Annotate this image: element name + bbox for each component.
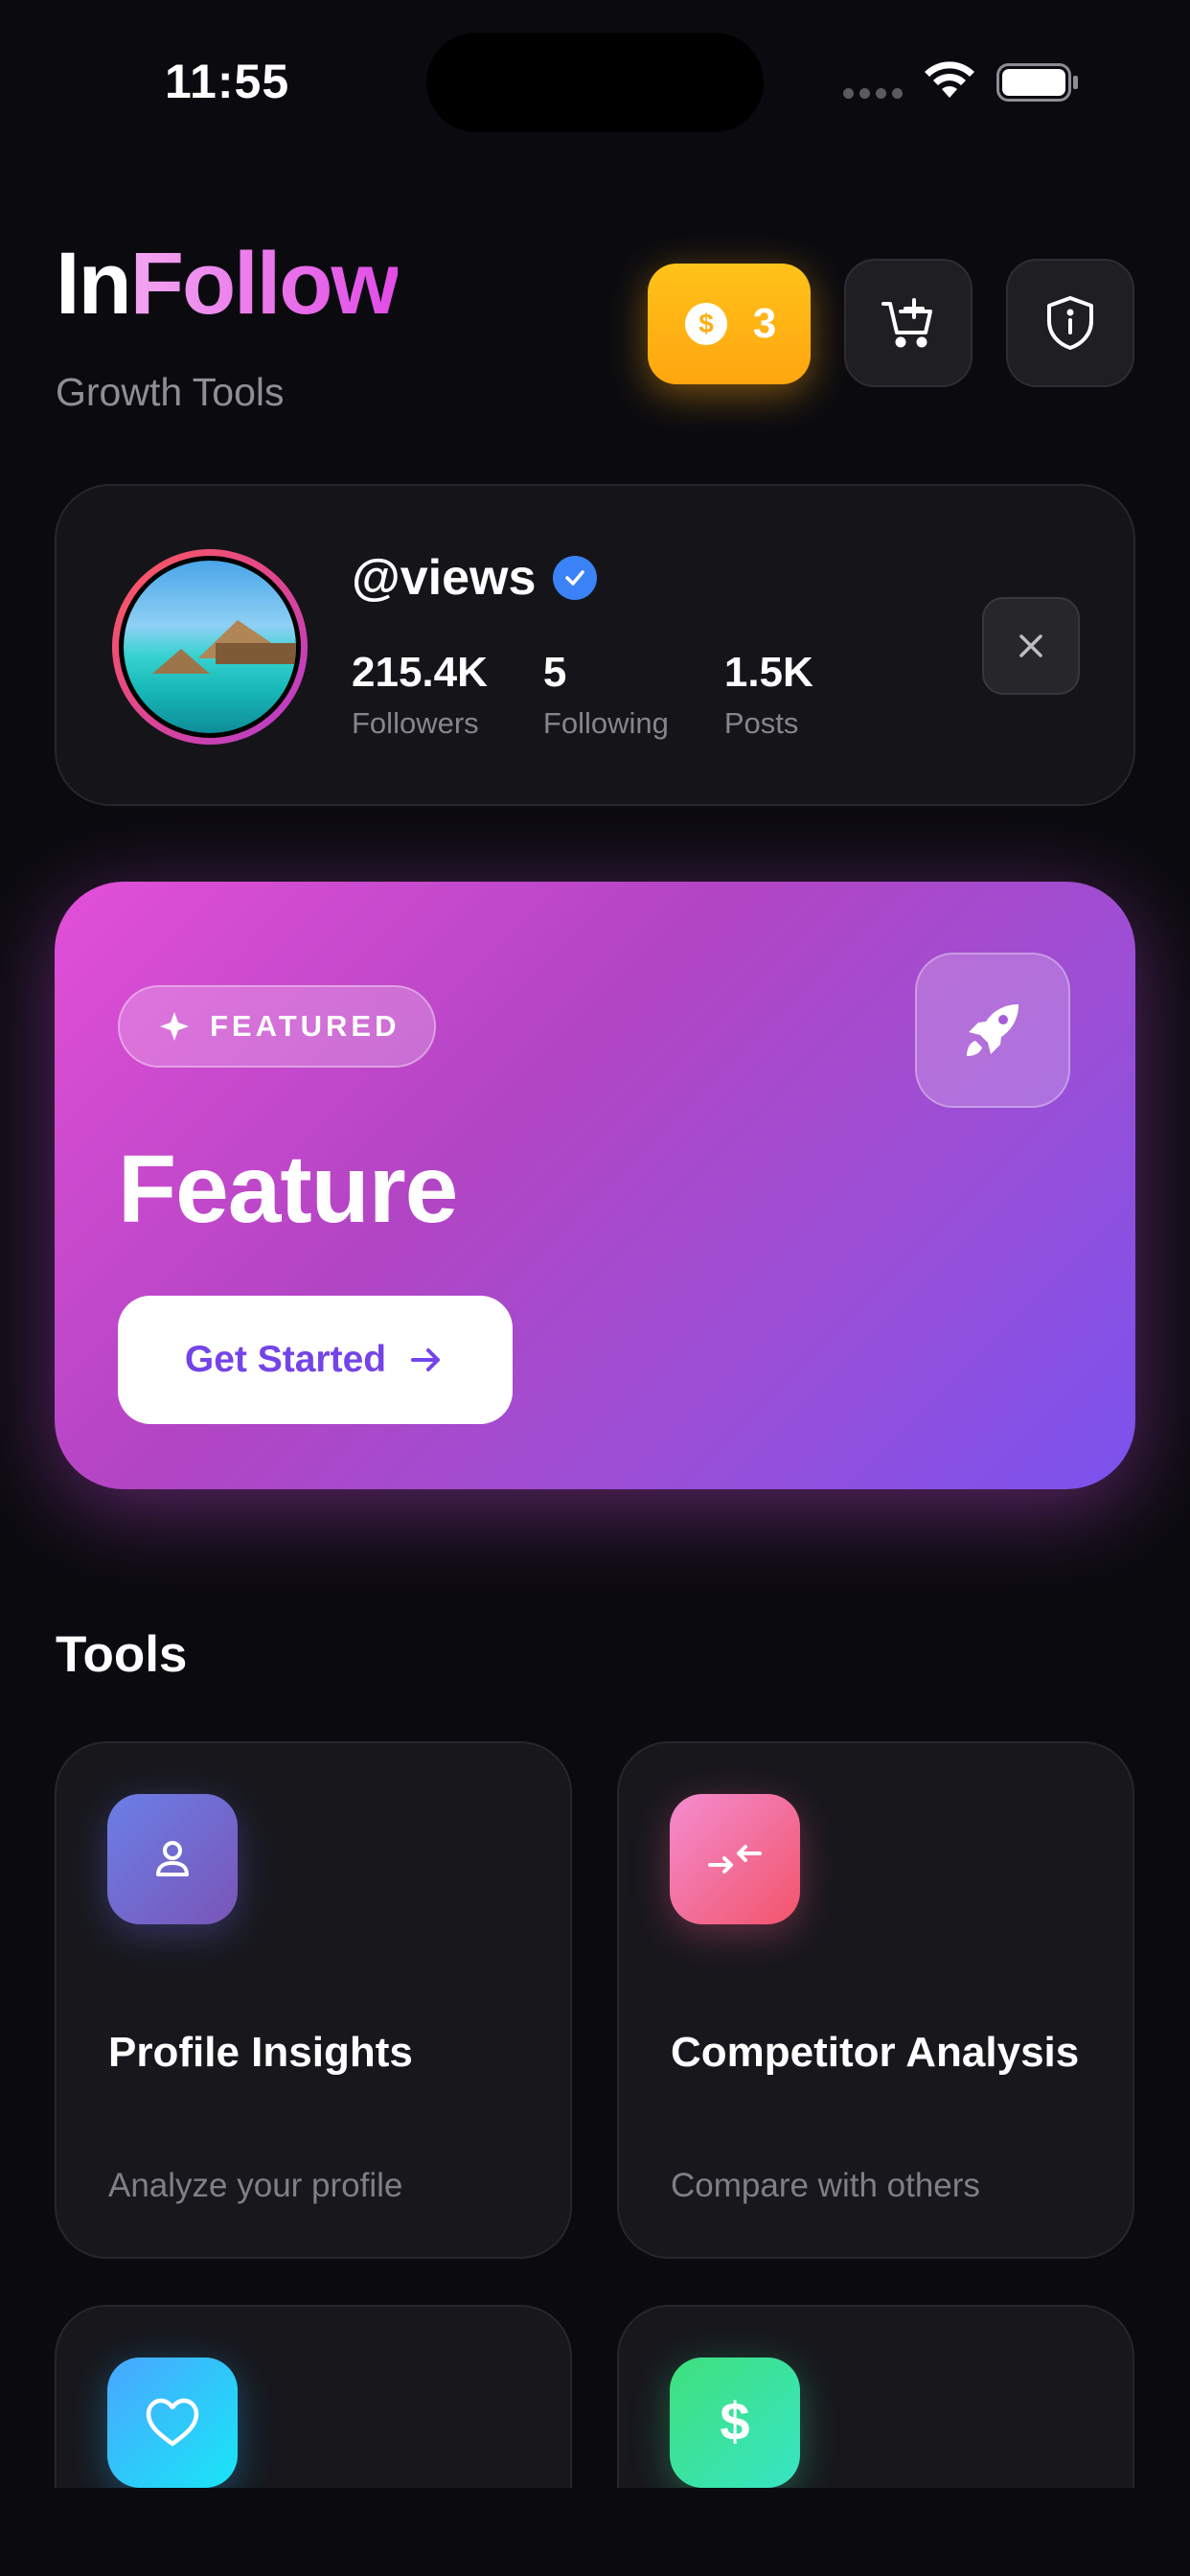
- close-icon: [1019, 634, 1042, 657]
- avatar-image: [124, 561, 296, 733]
- featured-badge: FEATURED: [118, 985, 437, 1068]
- stat-value: 215.4K: [352, 649, 488, 696]
- person-icon: [156, 1841, 189, 1876]
- status-bar: 11:55: [0, 0, 1190, 163]
- cellular-signal-icon: [843, 88, 903, 99]
- stat-value: 5: [542, 649, 567, 696]
- verified-badge-icon: [553, 556, 598, 600]
- tool-card-profile-insights[interactable]: Profile Insights Analyze your profile: [55, 1741, 572, 2259]
- shield-info-icon: [1047, 296, 1093, 350]
- dollar-coin-icon: $: [684, 303, 727, 345]
- cart-add-icon: [881, 298, 932, 348]
- battery-icon: [996, 63, 1078, 102]
- arrow-right-icon: [411, 1348, 441, 1371]
- stat-label: Followers: [352, 706, 479, 740]
- get-started-button[interactable]: Get Started: [118, 1296, 513, 1424]
- stat-label: Following: [542, 706, 669, 740]
- profile-stats: 215.4K Followers 5 Following 1.5K Posts: [352, 649, 869, 741]
- tool-icon-tile: [107, 2358, 238, 2488]
- app-subtitle: Growth Tools: [56, 370, 285, 414]
- stat-label: Posts: [723, 706, 799, 740]
- avatar[interactable]: [112, 549, 308, 745]
- tool-description: Compare with others: [671, 2167, 980, 2204]
- tool-title: Competitor Analysis: [671, 2029, 1080, 2076]
- stat-value: 1.5K: [723, 649, 813, 696]
- tool-icon-tile: [670, 1794, 800, 1924]
- dynamic-island: [426, 33, 764, 132]
- bottom-safe-area: [0, 2488, 1190, 2576]
- stat-followers: 215.4K Followers: [352, 649, 488, 741]
- app-title-part2: Follow: [129, 235, 400, 333]
- status-time: 11:55: [165, 55, 290, 108]
- profile-username: @views: [352, 550, 537, 606]
- sparkle-icon: [160, 1012, 189, 1041]
- stat-following: 5 Following: [543, 649, 669, 741]
- tool-icon-tile: [107, 1794, 238, 1924]
- privacy-button[interactable]: [1006, 259, 1134, 387]
- tools-section-title: Tools: [56, 1626, 188, 1683]
- coins-button[interactable]: $ 3: [648, 264, 811, 384]
- stat-posts: 1.5K Posts: [724, 649, 813, 741]
- get-started-label: Get Started: [184, 1339, 387, 1380]
- svg-text:$: $: [720, 2394, 749, 2451]
- coin-count: 3: [752, 300, 777, 347]
- heart-icon: [146, 2398, 199, 2447]
- dollar-icon: $: [720, 2394, 749, 2451]
- tool-card-competitor-analysis[interactable]: Competitor Analysis Compare with others: [617, 1741, 1134, 2259]
- wifi-icon: [925, 61, 974, 98]
- rocket-icon: [967, 1004, 1018, 1056]
- featured-card[interactable]: FEATURED Feature Get Started: [55, 882, 1135, 1489]
- featured-title: Feature: [118, 1136, 458, 1243]
- tool-description: Analyze your profile: [108, 2167, 403, 2204]
- featured-badge-label: FEATURED: [210, 1009, 400, 1043]
- svg-text:$: $: [698, 309, 714, 338]
- app-title: InFollow: [56, 240, 400, 328]
- remove-profile-button[interactable]: [982, 597, 1080, 695]
- compare-arrows-icon: [708, 1845, 762, 1874]
- profile-card[interactable]: @views 215.4K Followers 5 Following 1.5K…: [55, 484, 1135, 806]
- app-title-part1: In: [56, 235, 132, 333]
- tool-icon-tile: $: [670, 2358, 800, 2488]
- rocket-tile: [915, 953, 1070, 1108]
- cart-button[interactable]: [844, 259, 973, 387]
- tool-title: Profile Insights: [108, 2029, 413, 2076]
